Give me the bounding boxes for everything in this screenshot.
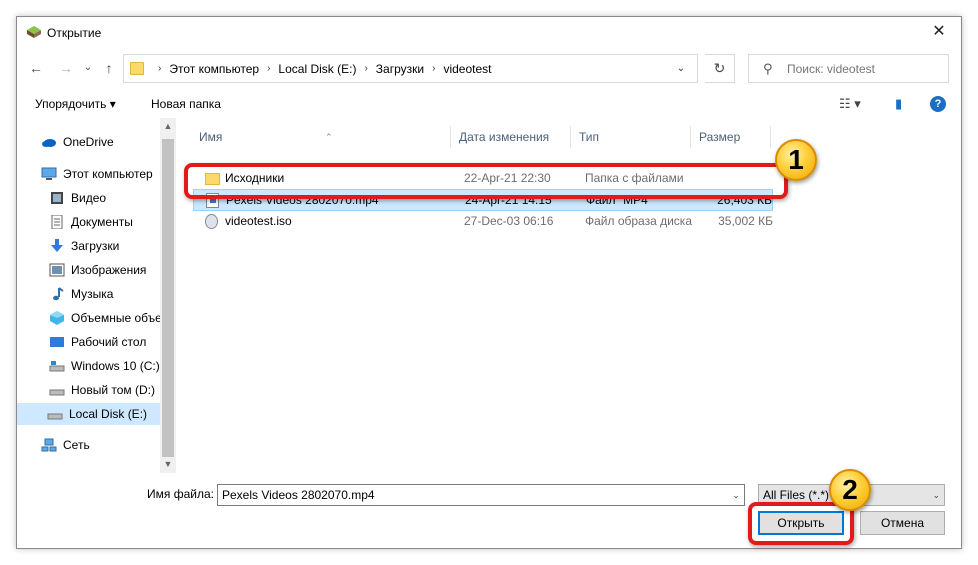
back-button[interactable]: ← (25, 57, 47, 79)
file-row[interactable]: videotest.iso 27-Dec-03 06:16 Файл образ… (193, 211, 773, 233)
sidebar-item-label: Музыка (71, 287, 114, 301)
app-icon (27, 26, 41, 38)
sidebar-item-label: Local Disk (E:) (69, 407, 148, 421)
step-badge-2: 2 (829, 469, 871, 511)
file-date: 27-Dec-03 06:16 (464, 214, 554, 228)
chevron-right-icon[interactable]: › (364, 63, 367, 74)
help-icon[interactable]: ? (930, 96, 946, 112)
chevron-down-icon: ⌄ (932, 490, 940, 500)
breadcrumb-downloads[interactable]: Загрузки (376, 62, 424, 76)
drive-icon (49, 383, 65, 397)
sidebar-item-label: Этот компьютер (63, 167, 153, 181)
folder-icon (130, 62, 144, 75)
drive-icon (49, 359, 65, 373)
chevron-right-icon[interactable]: › (432, 63, 435, 74)
navigation-pane: OneDrive Этот компьютер Видео Документы … (17, 118, 177, 473)
sort-ascending-icon: ⌃ (325, 132, 333, 142)
address-bar[interactable]: › Этот компьютер › Local Disk (E:) › Заг… (123, 54, 698, 83)
download-icon (49, 239, 65, 253)
filename-label: Имя файла: (147, 487, 214, 501)
music-icon (49, 287, 65, 301)
step-badge-1: 1 (775, 139, 817, 181)
refresh-button[interactable]: ↻ (705, 54, 735, 83)
network-icon (41, 438, 57, 452)
scrollbar-thumb[interactable] (162, 139, 174, 457)
computer-icon (41, 167, 57, 181)
sidebar-item-this-pc[interactable]: Этот компьютер (41, 163, 177, 185)
recent-locations-button[interactable]: ⌄ (81, 57, 95, 79)
sidebar-item-onedrive[interactable]: OneDrive (41, 131, 177, 153)
sidebar-item-label: Новый том (D:) (71, 383, 155, 397)
highlight-box-step-1 (184, 163, 788, 199)
breadcrumb-this-pc[interactable]: Этот компьютер (169, 62, 259, 76)
sidebar-item-label: Изображения (71, 263, 147, 277)
video-folder-icon (49, 191, 65, 205)
close-button[interactable]: ✕ (917, 17, 961, 47)
sidebar-item-label: Видео (71, 191, 107, 205)
search-box[interactable]: ⚲ (748, 54, 949, 83)
column-header-type[interactable]: Тип (571, 126, 691, 148)
breadcrumb-videotest[interactable]: videotest (443, 62, 491, 76)
documents-icon (49, 214, 65, 230)
search-input[interactable] (785, 59, 945, 79)
sidebar-item-label: Рабочий стол (71, 335, 147, 349)
column-header-date[interactable]: Дата изменения (451, 126, 571, 148)
chevron-right-icon[interactable]: › (158, 63, 161, 74)
title-bar: Открытие ✕ (17, 17, 961, 48)
cloud-icon (41, 135, 57, 149)
sidebar-item-label: Сеть (63, 438, 90, 452)
file-type: Файл образа диска (585, 214, 692, 228)
window-title: Открытие (47, 26, 102, 40)
sidebar-item-drive-e[interactable]: Local Disk (E:) (17, 403, 160, 425)
organize-button[interactable]: Упорядочить ▾ (35, 97, 116, 111)
pictures-icon (49, 263, 65, 277)
sidebar-item-label: Объемные объе (71, 311, 162, 325)
new-folder-button[interactable]: Новая папка (151, 97, 221, 111)
cancel-button[interactable]: Отмена (860, 511, 945, 535)
column-header-label: Имя (199, 130, 223, 144)
desktop-icon (49, 335, 65, 349)
file-size: 35,002 КБ (718, 214, 773, 228)
highlight-box-step-2 (748, 502, 854, 545)
sidebar-scrollbar[interactable]: ▲ ▼ (160, 118, 176, 473)
disc-image-icon (205, 214, 218, 229)
filename-input[interactable]: Pexels Videos 2802070.mp4 (217, 484, 745, 506)
3d-objects-icon (49, 311, 65, 325)
file-name: videotest.iso (225, 214, 292, 228)
forward-button[interactable]: → (55, 57, 77, 79)
preview-pane-button[interactable]: ▮ (895, 96, 902, 112)
view-options-button[interactable]: ☷ ▾ (839, 96, 861, 112)
chevron-right-icon[interactable]: › (267, 63, 270, 74)
file-type-value: All Files (*.*) (763, 488, 830, 502)
open-file-dialog: Открытие ✕ ← → ⌄ ↑ › Этот компьютер › Lo… (16, 16, 962, 549)
breadcrumb: › Этот компьютер › Local Disk (E:) › Заг… (150, 55, 491, 82)
sidebar-item-label: OneDrive (63, 135, 114, 149)
search-icon: ⚲ (763, 61, 773, 76)
address-dropdown-button[interactable]: ⌄ (671, 59, 691, 79)
sidebar-item-network[interactable]: Сеть (41, 434, 177, 456)
breadcrumb-local-disk[interactable]: Local Disk (E:) (278, 62, 356, 76)
column-header-name[interactable]: Имя ⌃ (191, 126, 451, 148)
scroll-up-icon[interactable]: ▲ (160, 121, 176, 131)
sidebar-item-label: Документы (71, 215, 133, 229)
sidebar-item-label: Загрузки (71, 239, 120, 253)
chevron-down-icon[interactable]: ⌄ (727, 484, 745, 506)
up-button[interactable]: ↑ (99, 57, 119, 79)
sidebar-item-label: Windows 10 (C:) (71, 359, 160, 373)
drive-icon (47, 407, 63, 421)
column-header-size[interactable]: Размер (691, 126, 771, 148)
scroll-down-icon[interactable]: ▼ (160, 459, 176, 469)
